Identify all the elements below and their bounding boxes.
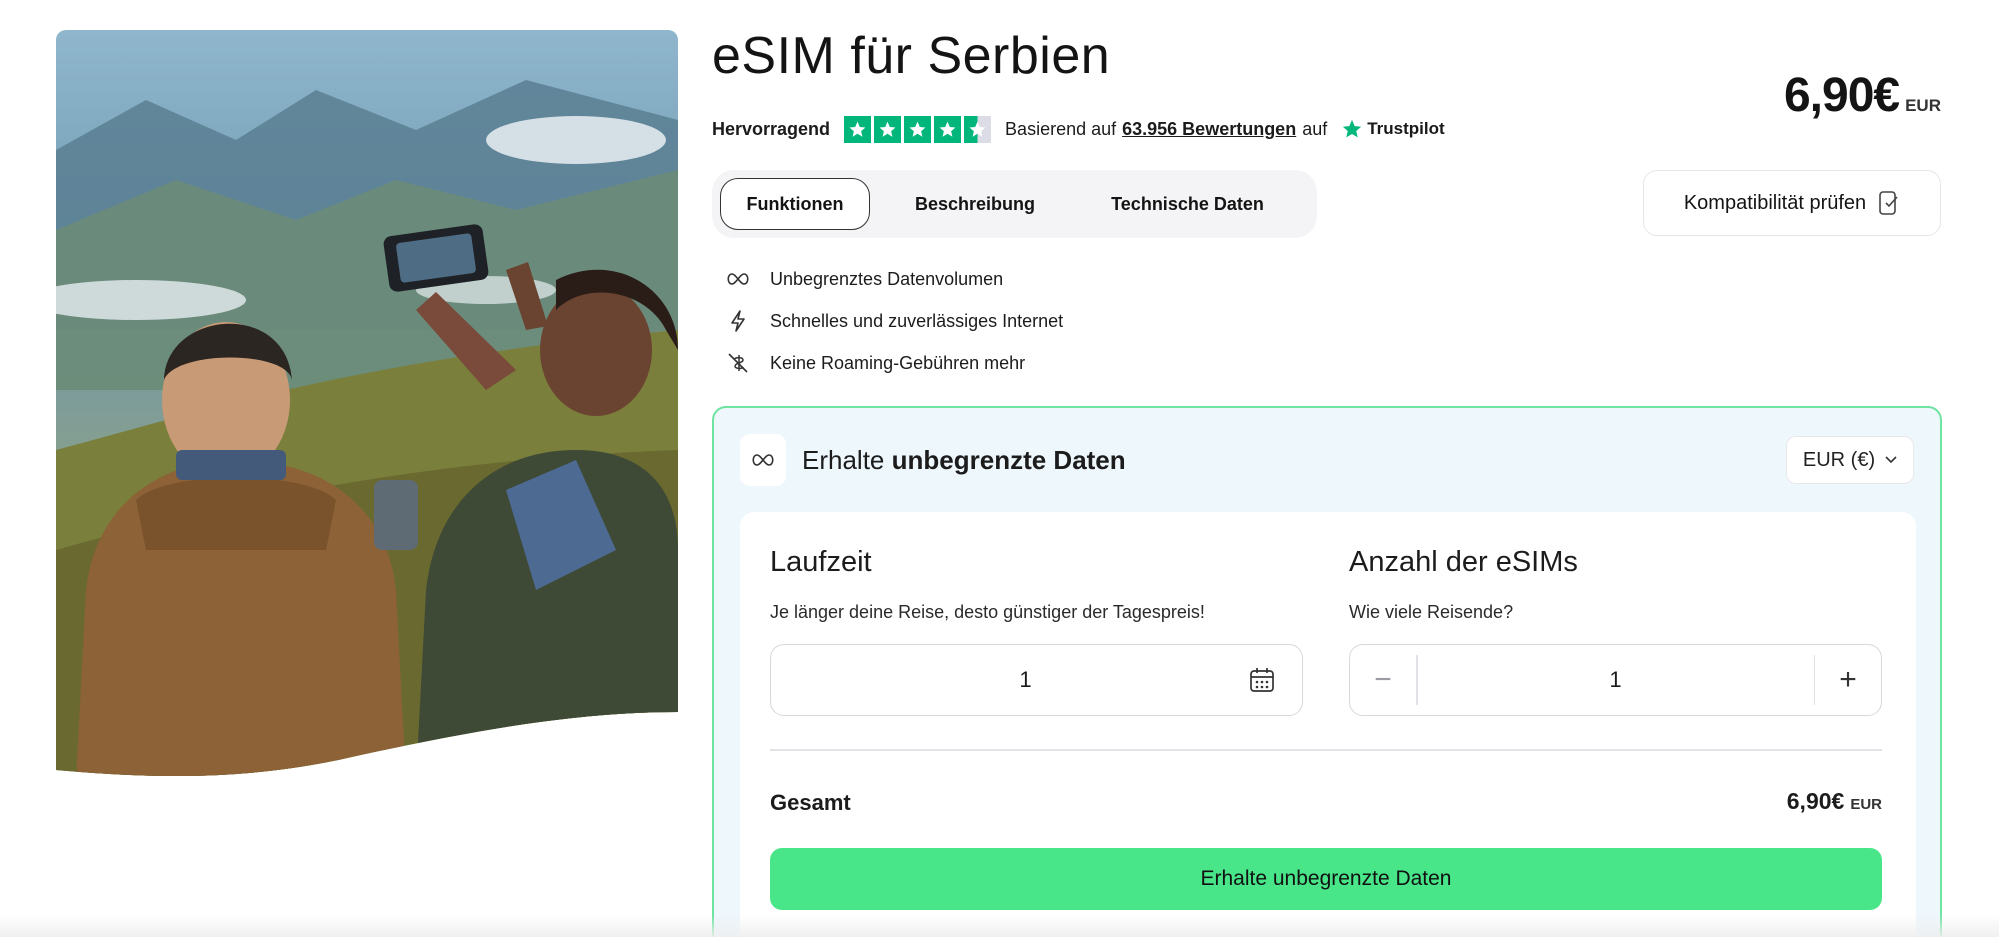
compatibility-check-button[interactable]: Kompatibilität prüfen	[1643, 170, 1941, 236]
trustpilot-rating: Hervorragend Basierend auf 63.956 Bewert…	[712, 114, 1445, 144]
total-price: 6,90€ EUR	[1787, 788, 1882, 815]
calendar-icon[interactable]	[1232, 645, 1292, 715]
duration-subtitle: Je länger deine Reise, desto günstiger d…	[770, 602, 1205, 622]
tab-funktionen[interactable]: Funktionen	[720, 178, 870, 230]
plan-card: Erhalte unbegrenzte Daten EUR (€) Laufze…	[712, 406, 1942, 937]
feature-list: Unbegrenztes Datenvolumen Schnelles und …	[724, 258, 1063, 384]
star-icon	[874, 115, 902, 143]
feature-text: Keine Roaming-Gebühren mehr	[770, 352, 1026, 373]
price-currency: EUR	[1905, 96, 1941, 115]
feature-item: Unbegrenztes Datenvolumen	[724, 258, 1063, 300]
infinity-icon	[740, 434, 786, 486]
star-icon	[904, 115, 932, 143]
divider	[770, 749, 1882, 751]
compatibility-label: Kompatibilität prüfen	[1683, 191, 1867, 214]
plan-card-title: Erhalte unbegrenzte Daten	[802, 445, 1126, 476]
star-icon	[934, 115, 962, 143]
total-amount: 6,90€	[1786, 788, 1845, 814]
feature-text: Schnelles und zuverlässiges Internet	[770, 310, 1064, 331]
rating-label: Hervorragend	[712, 118, 831, 139]
plan-card-header: Erhalte unbegrenzte Daten EUR (€)	[740, 434, 1914, 486]
duration-field[interactable]: 1	[770, 644, 1303, 716]
chevron-down-icon	[1885, 456, 1897, 464]
phone-check-icon	[1879, 191, 1898, 215]
total-currency: EUR	[1850, 796, 1882, 813]
no-roaming-icon	[724, 349, 752, 377]
plan-config-panel: Laufzeit Je länger deine Reise, desto gü…	[740, 512, 1916, 937]
currency-value: EUR (€)	[1802, 448, 1876, 471]
trustpilot-logo[interactable]: Trustpilot	[1341, 118, 1445, 140]
rating-based-on: Basierend auf	[1005, 118, 1117, 139]
feature-text: Unbegrenztes Datenvolumen	[770, 268, 1004, 289]
half-star-icon	[964, 115, 992, 143]
quantity-stepper: − 1 +	[1349, 644, 1882, 716]
decrement-button[interactable]: −	[1350, 645, 1416, 715]
feature-item: Keine Roaming-Gebühren mehr	[724, 342, 1063, 384]
quantity-title: Anzahl der eSIMs	[1349, 546, 1578, 578]
currency-select[interactable]: EUR (€)	[1786, 436, 1914, 484]
infinity-icon	[724, 265, 752, 293]
rating-on-text: auf	[1302, 118, 1328, 139]
page-title: eSIM für Serbien	[712, 27, 1111, 85]
reviews-count-link[interactable]: 63.956 Bewertungen	[1122, 119, 1296, 140]
trustpilot-name: Trustpilot	[1367, 119, 1445, 138]
buy-unlimited-data-button[interactable]: Erhalte unbegrenzte Daten	[770, 848, 1882, 910]
duration-value: 1	[1019, 667, 1032, 692]
star-icon	[844, 115, 872, 143]
tab-technische-daten[interactable]: Technische Daten	[1080, 178, 1295, 230]
tab-beschreibung[interactable]: Beschreibung	[870, 178, 1080, 230]
feature-item: Schnelles und zuverlässiges Internet	[724, 300, 1063, 342]
plan-title-prefix: Erhalte	[802, 444, 885, 475]
product-tabs: Funktionen Beschreibung Technische Daten	[712, 170, 1317, 238]
rating-stars	[844, 115, 992, 143]
price-amount: 6,90€	[1783, 69, 1900, 122]
product-price: 6,90€ EUR	[1784, 68, 1941, 123]
quantity-subtitle: Wie viele Reisende?	[1349, 602, 1514, 622]
plan-title-bold: unbegrenzte Daten	[891, 444, 1126, 475]
total-label: Gesamt	[770, 790, 851, 815]
hero-image	[56, 30, 678, 780]
trustpilot-star-icon	[1343, 119, 1362, 138]
increment-button[interactable]: +	[1815, 645, 1881, 715]
duration-title: Laufzeit	[770, 546, 872, 578]
lightning-icon	[724, 307, 752, 335]
quantity-value[interactable]: 1	[1418, 667, 1814, 693]
